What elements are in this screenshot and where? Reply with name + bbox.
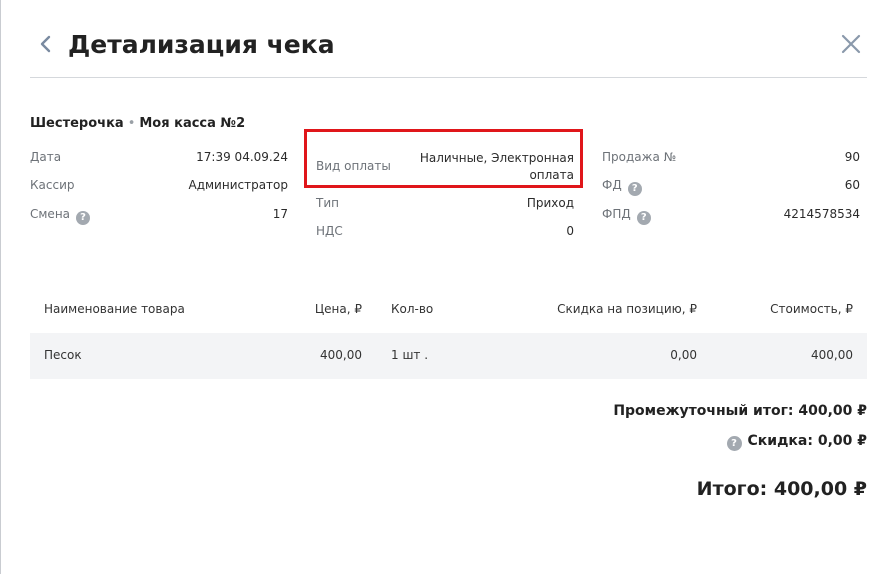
page-title: Детализация чека	[68, 30, 335, 59]
info-row-date: Дата 17:39 04.09.24	[30, 150, 288, 170]
info-label-with-help: ФД?	[602, 178, 642, 196]
chevron-left-icon[interactable]	[34, 32, 58, 56]
subtotal-label: Промежуточный итог:	[613, 403, 794, 419]
info-label: ФД	[602, 178, 622, 192]
table-row: Песок 400,00 1 шт . 0,00 400,00	[30, 333, 867, 379]
info-value: Администратор	[188, 178, 288, 192]
cell-discount: 0,00	[670, 348, 697, 362]
info-row-shift: Смена? 17	[30, 207, 288, 227]
info-value: 90	[844, 150, 860, 164]
shop-title: Шестерочка	[30, 116, 124, 131]
column-header-name: Наименование товара	[44, 302, 185, 316]
help-icon[interactable]: ?	[726, 436, 742, 451]
info-label-with-help: Смена?	[30, 207, 91, 225]
info-value: 60	[844, 178, 860, 192]
grand-total: Итого: 400,00 ₽	[697, 478, 867, 500]
cell-name: Песок	[44, 348, 82, 362]
column-header-cost: Стоимость, ₽	[770, 302, 853, 316]
help-icon[interactable]: ?	[636, 211, 651, 225]
discount-total: ? Скидка: 0,00 ₽	[726, 433, 867, 451]
info-row-fd: ФД? 60	[602, 178, 860, 198]
info-label: ФПД	[602, 207, 631, 221]
info-label: НДС	[316, 224, 343, 238]
table-header: Наименование товара Цена, ₽ Кол-во Скидк…	[30, 298, 867, 322]
info-row-cashier: Кассир Администратор	[30, 178, 288, 198]
payment-type-highlight	[304, 129, 583, 188]
info-row-type: Тип Приход	[316, 196, 574, 216]
info-row-vat: НДС 0	[316, 224, 574, 244]
subtotal-value: 400,00 ₽	[798, 403, 867, 419]
cell-cost: 400,00	[811, 348, 853, 362]
info-value: 17:39 04.09.24	[196, 150, 288, 164]
help-icon[interactable]: ?	[76, 211, 91, 225]
info-row-sale-number: Продажа № 90	[602, 150, 860, 170]
info-value: Приход	[526, 196, 574, 210]
info-row-fpd: ФПД? 4214578534	[602, 207, 860, 227]
grand-total-label: Итого:	[696, 478, 768, 500]
info-label: Продажа №	[602, 150, 677, 164]
window-edge	[0, 0, 1, 574]
close-icon[interactable]	[839, 32, 863, 56]
info-label-with-help: ФПД?	[602, 207, 651, 225]
help-icon[interactable]: ?	[627, 182, 642, 196]
discount-label: Скидка:	[747, 433, 813, 449]
cell-qty: 1 шт .	[391, 348, 429, 362]
separator-dot: •	[127, 116, 136, 131]
info-label: Дата	[30, 150, 62, 164]
discount-value: 0,00 ₽	[817, 433, 867, 449]
grand-total-value: 400,00 ₽	[773, 478, 867, 500]
info-value: 4214578534	[783, 207, 860, 221]
shop-name: Шестерочка • Моя касса №2	[30, 116, 245, 131]
info-value: 17	[272, 207, 288, 221]
column-header-price: Цена, ₽	[314, 302, 362, 316]
header: Детализация чека	[30, 26, 867, 78]
info-label: Кассир	[30, 178, 75, 192]
register-name: Моя касса №2	[139, 116, 246, 131]
info-value: 0	[566, 224, 574, 238]
cell-price: 400,00	[320, 348, 362, 362]
column-header-discount: Скидка на позицию, ₽	[557, 302, 697, 316]
subtotal: Промежуточный итог: 400,00 ₽	[613, 403, 867, 419]
info-label: Тип	[316, 196, 339, 210]
info-label: Смена	[30, 207, 71, 221]
column-header-qty: Кол-во	[391, 302, 434, 316]
